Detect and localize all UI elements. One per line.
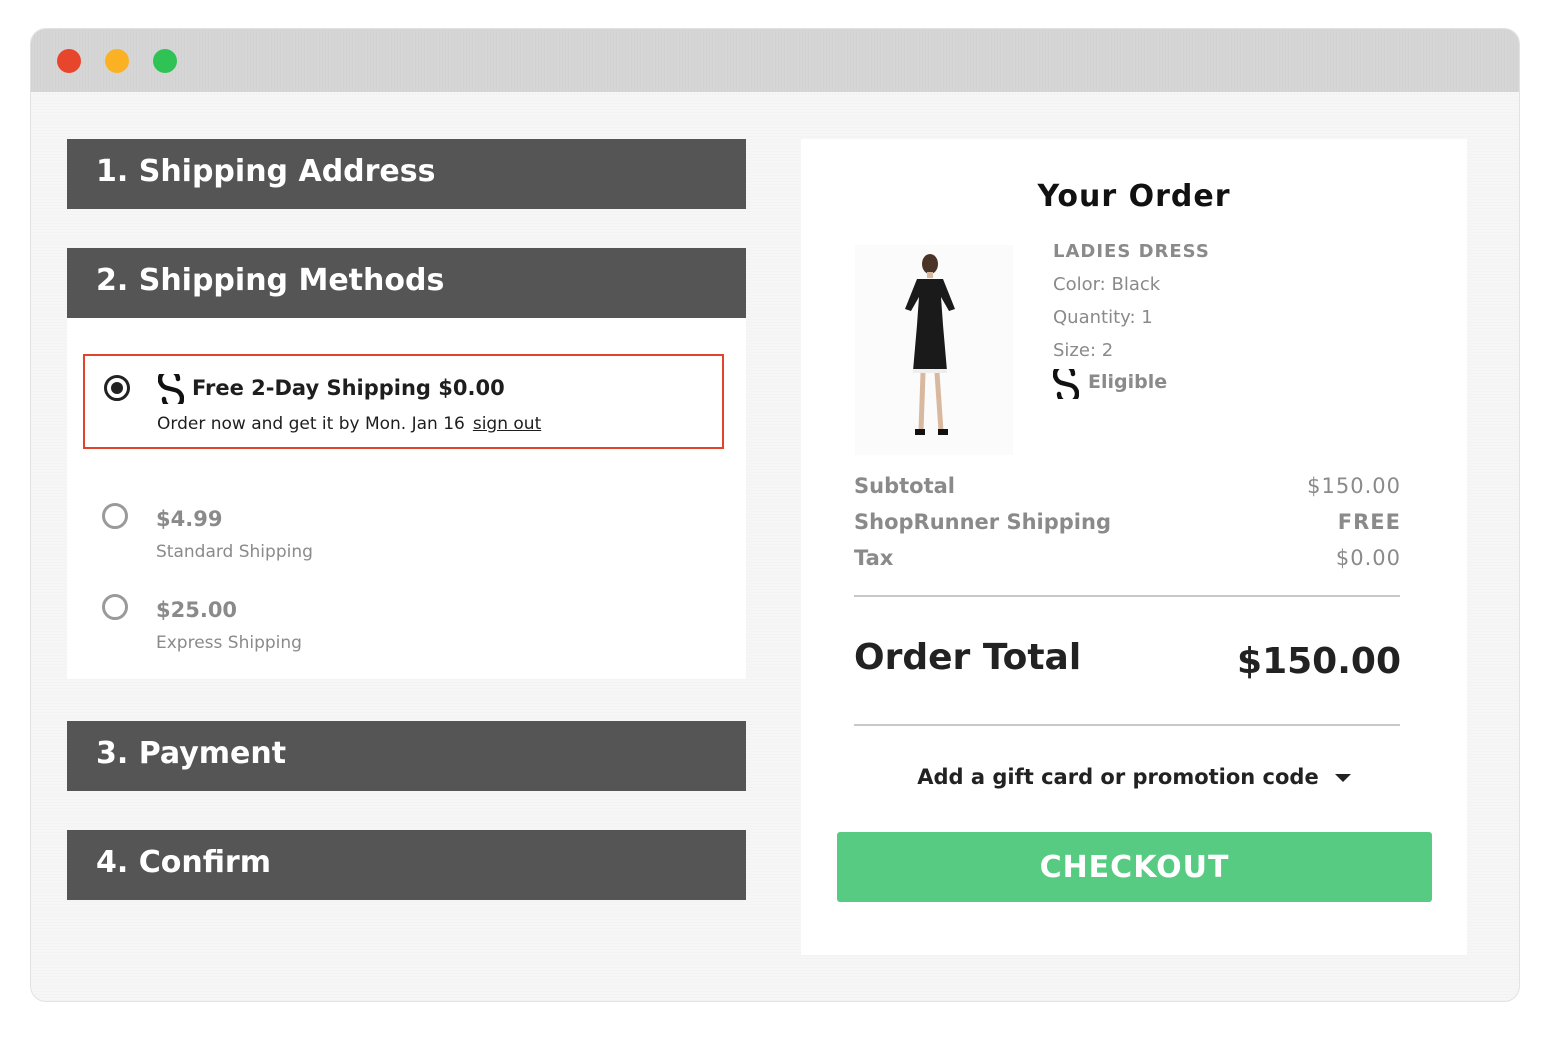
maximize-window-button[interactable] [153,49,177,73]
free-shipping-option[interactable]: Free 2-Day Shipping $0.00 Order now and … [83,354,724,449]
order-total-label: Order Total [854,637,1082,678]
delivery-estimate: Order now and get it by Mon. Jan 16 [157,414,465,434]
shipping-methods-panel: Free 2-Day Shipping $0.00 Order now and … [67,318,746,679]
minimize-window-button[interactable] [105,49,129,73]
standard-shipping-price: $4.99 [156,507,223,531]
total-divider [854,724,1400,726]
express-shipping-price: $25.00 [156,598,238,622]
product-size: Size: 2 [1053,340,1114,361]
caret-down-icon [1334,774,1351,782]
promo-code-label: Add a gift card or promotion code [917,765,1319,789]
standard-shipping-radio[interactable] [102,503,128,529]
express-shipping-radio[interactable] [102,594,128,620]
step-confirm-header[interactable]: 4. Confirm [67,830,746,900]
shoprunner-eligible-icon [1053,369,1079,399]
subtotal-value: $150.00 [1307,474,1401,498]
tax-value: $0.00 [1335,546,1401,570]
product-name: LADIES DRESS [1053,241,1210,262]
checkout-button[interactable]: CHECKOUT [837,832,1432,902]
shipping-label: ShopRunner Shipping [854,510,1111,534]
order-total-value: $150.00 [1237,641,1401,682]
product-color: Color: Black [1053,274,1161,295]
order-summary-panel: Your Order LADIES DRESS Color: Black Qua… [801,139,1467,955]
sign-out-link[interactable]: sign out [473,414,541,434]
promo-code-toggle[interactable]: Add a gift card or promotion code [801,765,1467,789]
window-titlebar [31,29,1519,92]
express-shipping-name: Express Shipping [156,633,302,653]
order-title: Your Order [1037,179,1231,214]
shipping-value: FREE [1337,510,1401,534]
standard-shipping-name: Standard Shipping [156,542,313,562]
step-shipping-methods-header[interactable]: 2. Shipping Methods [67,248,746,318]
product-image [855,245,1013,455]
step-shipping-address-header[interactable]: 1. Shipping Address [67,139,746,209]
summary-divider [854,595,1400,597]
tax-label: Tax [854,546,894,570]
browser-window: 1. Shipping Address 2. Shipping Methods … [30,28,1520,1002]
free-shipping-radio[interactable] [104,375,130,401]
step-payment-header[interactable]: 3. Payment [67,721,746,791]
eligible-label: Eligible [1088,371,1168,393]
free-shipping-subtitle: Order now and get it by Mon. Jan 16 sign … [157,414,541,434]
close-window-button[interactable] [57,49,81,73]
free-shipping-title: Free 2-Day Shipping $0.00 [192,376,505,400]
shoprunner-logo-icon [158,374,184,404]
product-quantity: Quantity: 1 [1053,307,1153,328]
subtotal-label: Subtotal [854,474,955,498]
